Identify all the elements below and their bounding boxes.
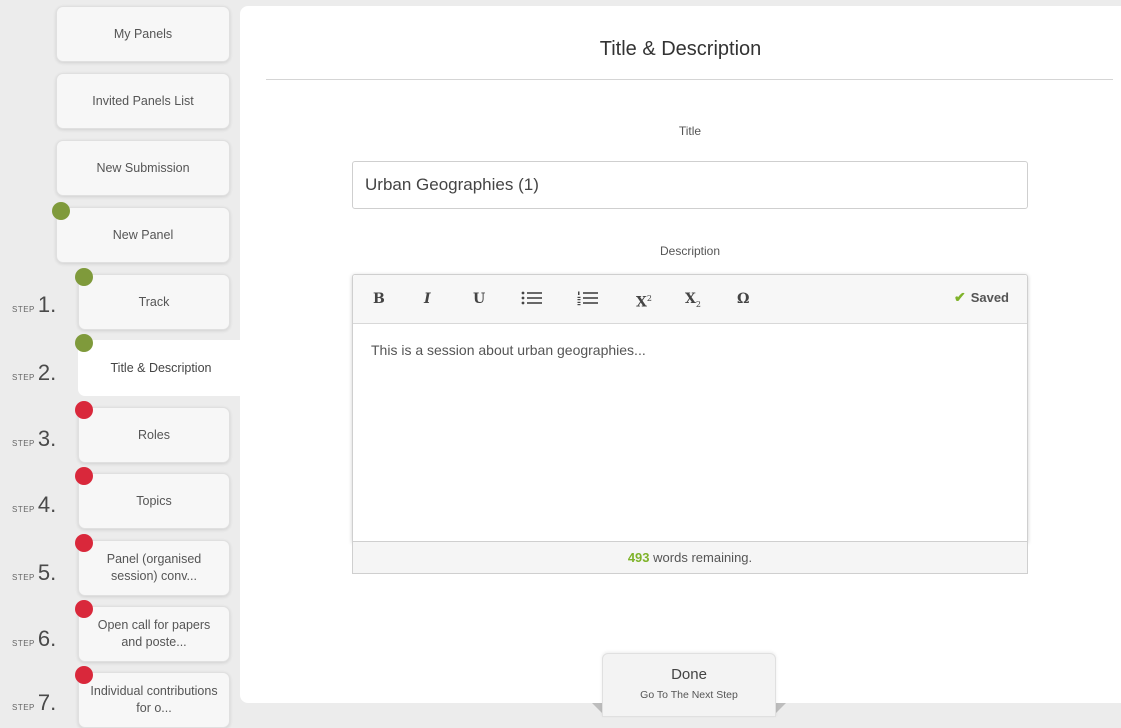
- step-item-open-call[interactable]: Open call for papers and poste...: [78, 606, 230, 662]
- step-item-roles-label: Roles: [138, 427, 170, 442]
- done-label: Done: [671, 666, 707, 683]
- bullet-list-icon: [521, 291, 542, 305]
- title-divider: [266, 79, 1113, 80]
- step-item-individual-contributions-label: Individual contributions for o...: [90, 684, 218, 715]
- step-1-status-dot: [75, 268, 93, 286]
- description-field-label: Description: [659, 244, 721, 258]
- step-item-open-call-label: Open call for papers and poste...: [97, 618, 211, 649]
- step-2-label: STEP 2.: [12, 360, 57, 385]
- check-icon: ✔: [953, 289, 966, 305]
- numbered-list-icon: [577, 291, 598, 306]
- description-editor: B I U X2 X2 Ω ✔ Saved This is a session …: [352, 274, 1028, 542]
- words-remaining-text: words remaining.: [653, 550, 753, 565]
- step-item-panel-convenors[interactable]: Panel (organised session) conv...: [78, 540, 230, 596]
- bold-button[interactable]: B: [373, 289, 385, 309]
- nav-invited-panels-list-label: Invited Panels List: [92, 93, 194, 108]
- underline-button[interactable]: U: [473, 289, 485, 309]
- done-tab-right-corner: [776, 703, 786, 713]
- step-1-label: STEP 1.: [12, 292, 57, 317]
- italic-button[interactable]: I: [424, 289, 431, 309]
- new-panel-status-dot: [52, 202, 70, 220]
- nav-my-panels[interactable]: My Panels: [56, 6, 230, 62]
- step-7-label: STEP 7.: [12, 690, 57, 715]
- main-panel: Title & Description Title Description B …: [240, 6, 1121, 703]
- subscript-button[interactable]: X2: [685, 289, 701, 315]
- numbered-list-button[interactable]: [577, 290, 599, 312]
- step-4-label: STEP 4.: [12, 492, 57, 517]
- step-6-status-dot: [75, 600, 93, 618]
- step-item-track-label: Track: [138, 294, 170, 309]
- page-title: Title & Description: [599, 38, 762, 60]
- step-item-title-description-label: Title & Description: [110, 360, 212, 375]
- word-count: 493 words remaining.: [352, 542, 1028, 574]
- step-item-topics[interactable]: Topics: [78, 473, 230, 529]
- special-character-button[interactable]: Ω: [737, 289, 749, 309]
- title-field-label: Title: [678, 124, 702, 138]
- step-5-status-dot: [75, 534, 93, 552]
- step-5-label: STEP 5.: [12, 560, 57, 585]
- nav-my-panels-label: My Panels: [113, 26, 173, 41]
- nav-new-panel-label: New Panel: [112, 227, 174, 242]
- step-item-track[interactable]: Track: [78, 274, 230, 330]
- done-sublabel: Go To The Next Step: [640, 689, 738, 701]
- editor-toolbar: B I U X2 X2 Ω ✔ Saved: [353, 275, 1027, 324]
- done-next-step-button[interactable]: Done Go To The Next Step: [602, 653, 776, 717]
- step-4-status-dot: [75, 467, 93, 485]
- step-item-individual-contributions[interactable]: Individual contributions for o...: [78, 672, 230, 728]
- step-2-status-dot: [75, 334, 93, 352]
- words-remaining-count: 493: [627, 550, 650, 565]
- done-tab-left-corner: [592, 703, 602, 713]
- nav-new-panel[interactable]: New Panel: [56, 207, 230, 263]
- description-textarea[interactable]: This is a session about urban geographie…: [353, 324, 1027, 534]
- step-7-status-dot: [75, 666, 93, 684]
- step-item-panel-convenors-label: Panel (organised session) conv...: [106, 552, 202, 583]
- nav-invited-panels-list[interactable]: Invited Panels List: [56, 73, 230, 129]
- nav-new-submission-label: New Submission: [96, 160, 190, 175]
- step-6-label: STEP 6.: [12, 626, 57, 651]
- step-item-roles[interactable]: Roles: [78, 407, 230, 463]
- step-3-label: STEP 3.: [12, 426, 57, 451]
- bullet-list-button[interactable]: [521, 290, 543, 312]
- step-item-topics-label: Topics: [136, 493, 172, 508]
- superscript-button[interactable]: X2: [636, 289, 652, 313]
- saved-status: ✔ Saved: [953, 289, 1009, 305]
- step-item-title-description[interactable]: Title & Description: [78, 340, 244, 396]
- nav-new-submission[interactable]: New Submission: [56, 140, 230, 196]
- title-input[interactable]: [352, 161, 1028, 209]
- step-3-status-dot: [75, 401, 93, 419]
